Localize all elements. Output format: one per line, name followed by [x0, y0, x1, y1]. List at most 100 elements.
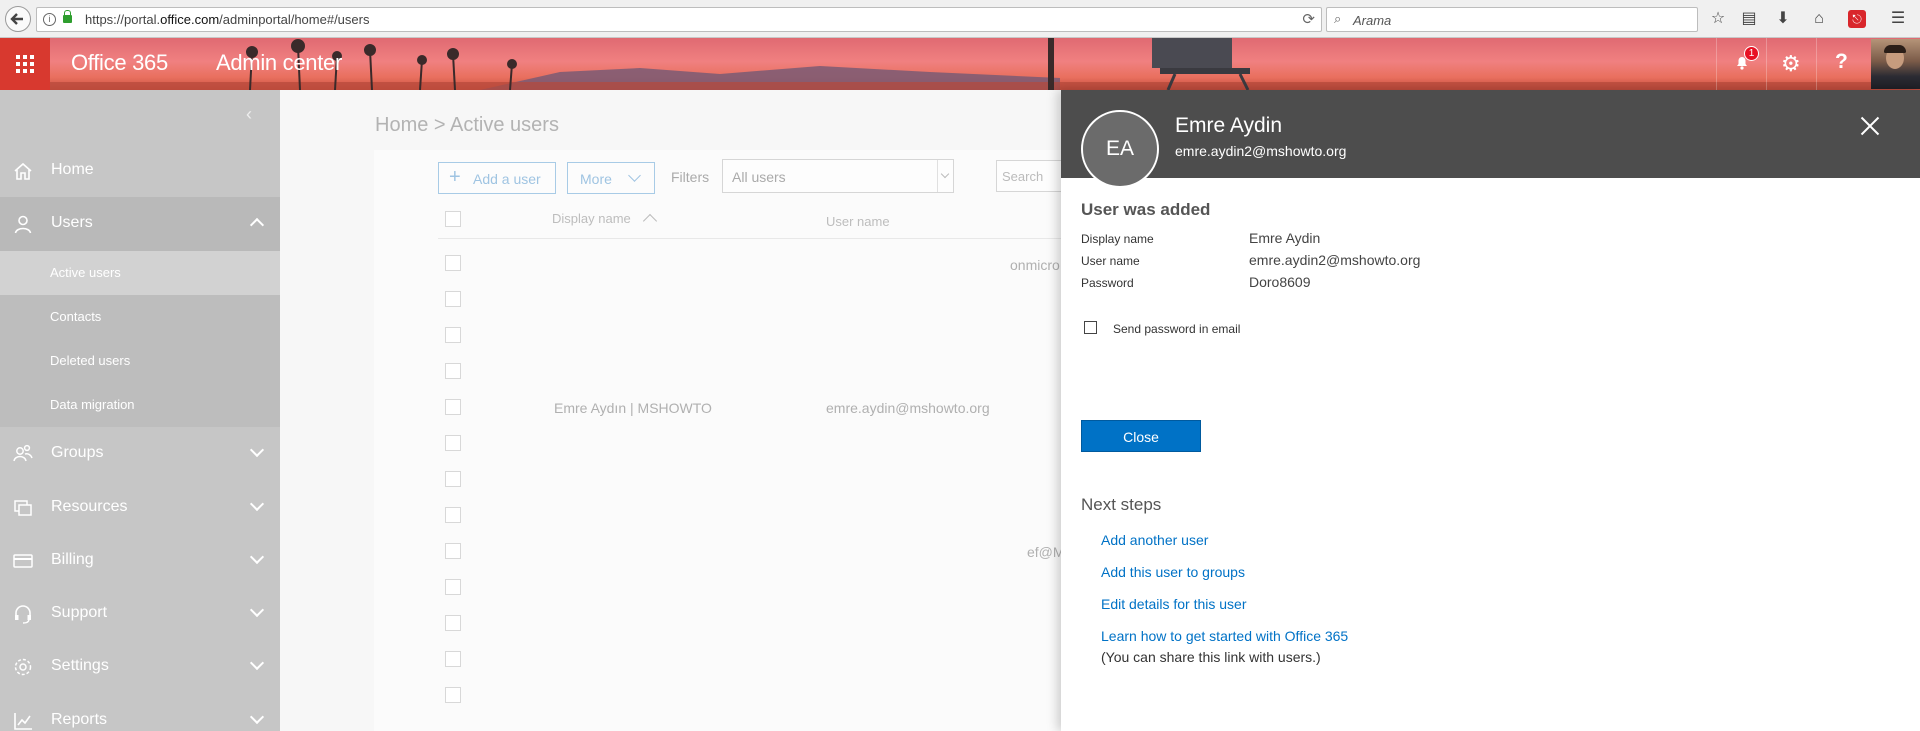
row-checkbox[interactable] [445, 687, 461, 703]
arrow-left-icon [10, 13, 23, 25]
user-avatar: EA [1081, 110, 1159, 188]
nav-label-settings: Settings [51, 657, 109, 674]
add-user-to-groups-link[interactable]: Add this user to groups [1101, 564, 1245, 580]
addon-icon[interactable]: ⎋ [1848, 10, 1866, 28]
nav-item-home[interactable]: Home [0, 144, 280, 198]
info-icon[interactable]: i [43, 13, 56, 26]
notification-badge: 1 [1744, 46, 1759, 61]
nav-label-users: Users [51, 214, 93, 231]
notifications-button[interactable]: 1 [1716, 38, 1766, 90]
close-icon[interactable] [1860, 116, 1880, 136]
row-checkbox[interactable] [445, 507, 461, 523]
subnav-label: Deleted users [50, 353, 131, 368]
send-password-checkbox[interactable] [1084, 321, 1097, 334]
subnav-data-migration[interactable]: Data migration [0, 383, 280, 427]
chevron-down-icon [249, 709, 265, 725]
chevron-down-icon [249, 602, 265, 618]
left-navigation: ‹ Home Users Active users Contacts Delet… [0, 90, 280, 731]
home-browser-icon[interactable]: ⌂ [1808, 8, 1830, 30]
subnav-contacts[interactable]: Contacts [0, 295, 280, 339]
user-added-panel: EA Emre Aydin emre.aydin2@mshowto.org Us… [1061, 90, 1920, 731]
panel-header: EA Emre Aydin emre.aydin2@mshowto.org [1061, 90, 1920, 188]
reload-icon[interactable]: ⟳ [1302, 10, 1315, 28]
groups-icon [13, 444, 33, 462]
more-label: More [580, 171, 612, 187]
settings-button[interactable]: ⚙ [1766, 38, 1816, 90]
row-checkbox[interactable] [445, 615, 461, 631]
row-checkbox[interactable] [445, 363, 461, 379]
nav-label-reports: Reports [51, 711, 108, 728]
row-checkbox[interactable] [445, 327, 461, 343]
subnav-deleted-users[interactable]: Deleted users [0, 339, 280, 383]
more-button[interactable]: More [567, 162, 655, 194]
edit-user-details-link[interactable]: Edit details for this user [1101, 596, 1247, 612]
send-password-label[interactable]: Send password in email [1113, 322, 1240, 336]
select-all-checkbox[interactable] [445, 211, 461, 227]
chevron-up-icon [249, 217, 265, 233]
office-header: Office 365 Admin center 1 ⚙ ? [0, 38, 1920, 90]
row-checkbox[interactable] [445, 291, 461, 307]
chevron-down-icon [249, 549, 265, 565]
table-cell-display-name[interactable]: Emre Aydın | MSHOWTO [554, 400, 712, 416]
nav-item-settings[interactable]: Settings [0, 640, 280, 694]
user-icon [14, 215, 32, 234]
get-started-link[interactable]: Learn how to get started with Office 365 [1101, 628, 1348, 644]
subnav-label: Active users [50, 265, 121, 280]
chevron-down-icon [249, 442, 265, 458]
breadcrumb: Home > Active users [375, 114, 559, 136]
nav-label-billing: Billing [51, 551, 94, 568]
account-avatar[interactable] [1871, 39, 1920, 89]
brand-title[interactable]: Office 365 [71, 50, 168, 76]
app-launcher-button[interactable] [0, 38, 50, 90]
header-divider [438, 238, 1138, 239]
url-text: https://portal.office.com/adminportal/ho… [85, 12, 370, 27]
menu-icon[interactable]: ☰ [1887, 8, 1909, 30]
chevron-down-icon [249, 496, 265, 512]
nav-item-users[interactable]: Users [0, 197, 280, 251]
row-checkbox[interactable] [445, 651, 461, 667]
browser-search-field[interactable]: ⌕ Arama [1326, 7, 1698, 32]
reports-icon [14, 713, 32, 730]
filter-dropdown[interactable]: All users [722, 159, 954, 193]
plus-icon: + [449, 166, 461, 188]
row-checkbox[interactable] [445, 471, 461, 487]
panel-user-name: Emre Aydin [1175, 114, 1282, 137]
row-checkbox[interactable] [445, 579, 461, 595]
nav-label-groups: Groups [51, 444, 104, 461]
reading-list-icon[interactable]: ▤ [1738, 8, 1760, 30]
address-bar[interactable]: i https://portal.office.com/adminportal/… [36, 7, 1322, 32]
nav-label-support: Support [51, 604, 108, 621]
nav-item-billing[interactable]: Billing [0, 534, 280, 588]
row-checkbox[interactable] [445, 255, 461, 271]
filter-value: All users [732, 169, 786, 185]
table-cell: onmicro [1010, 257, 1060, 273]
chevron-down-icon [937, 160, 953, 192]
nav-item-support[interactable]: Support [0, 587, 280, 641]
close-button[interactable]: Close [1081, 420, 1201, 452]
row-checkbox[interactable] [445, 435, 461, 451]
row-checkbox[interactable] [445, 399, 461, 415]
table-cell: ef@M [1027, 544, 1065, 560]
display-name-value: Emre Aydin [1249, 230, 1321, 246]
column-header-display-name[interactable]: Display name [552, 211, 631, 226]
back-button[interactable] [5, 6, 31, 32]
column-header-user-name[interactable]: User name [826, 214, 890, 229]
nav-item-resources[interactable]: Resources [0, 481, 280, 535]
nav-item-groups[interactable]: Groups [0, 427, 280, 481]
share-link-note: (You can share this link with users.) [1101, 649, 1321, 665]
nav-item-reports[interactable]: Reports [0, 694, 280, 731]
row-checkbox[interactable] [445, 543, 461, 559]
filters-label: Filters [671, 169, 710, 185]
search-icon: ⌕ [1334, 11, 1342, 26]
billing-icon [13, 554, 33, 568]
help-button[interactable]: ? [1816, 38, 1866, 90]
download-icon[interactable]: ⬇ [1772, 8, 1794, 30]
add-another-user-link[interactable]: Add another user [1101, 532, 1208, 548]
collapse-nav-icon[interactable]: ‹ [246, 104, 252, 125]
subnav-active-users[interactable]: Active users [0, 251, 280, 295]
add-user-button[interactable]: + Add a user [438, 162, 556, 194]
table-cell-user-name: emre.aydin@mshowto.org [826, 400, 990, 416]
display-name-label: Display name [1081, 232, 1154, 246]
add-user-label: Add a user [473, 171, 541, 187]
bookmark-star-icon[interactable]: ☆ [1707, 8, 1729, 30]
